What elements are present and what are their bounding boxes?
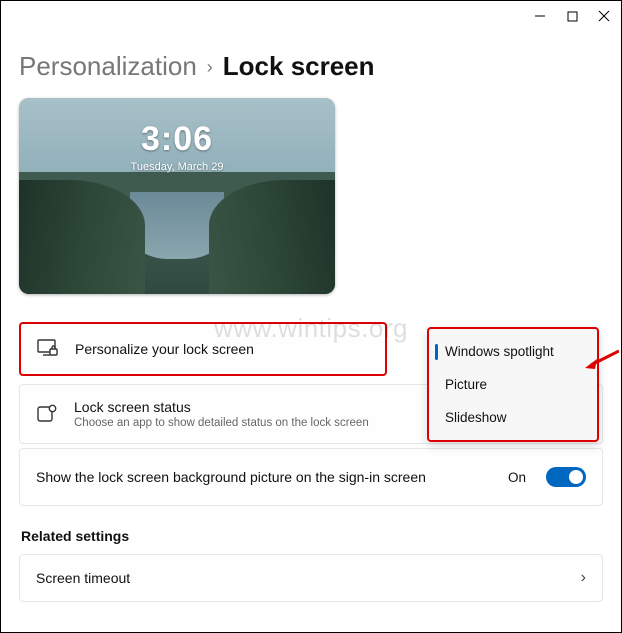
show-bg-label: Show the lock screen background picture … bbox=[36, 469, 508, 485]
breadcrumb-parent[interactable]: Personalization bbox=[19, 51, 197, 82]
show-background-row: Show the lock screen background picture … bbox=[19, 448, 603, 506]
screen-timeout-row[interactable]: Screen timeout › bbox=[19, 554, 603, 602]
chevron-right-icon: › bbox=[581, 569, 586, 587]
window-controls bbox=[533, 9, 611, 23]
dropdown-item-picture[interactable]: Picture bbox=[429, 368, 597, 401]
background-type-dropdown[interactable]: Windows spotlight Picture Slideshow bbox=[427, 327, 599, 442]
personalize-lock-screen-row[interactable]: Personalize your lock screen bbox=[19, 322, 387, 376]
preview-date: Tuesday, March 29 bbox=[19, 161, 335, 173]
minimize-button[interactable] bbox=[533, 9, 547, 23]
screen-timeout-label: Screen timeout bbox=[36, 570, 581, 586]
show-bg-toggle[interactable] bbox=[546, 467, 586, 487]
maximize-button[interactable] bbox=[565, 9, 579, 23]
dropdown-item-label: Slideshow bbox=[445, 410, 507, 425]
breadcrumb: Personalization › Lock screen bbox=[19, 51, 603, 82]
dropdown-item-spotlight[interactable]: Windows spotlight bbox=[429, 335, 597, 368]
monitor-lock-icon bbox=[37, 338, 59, 360]
page-title: Lock screen bbox=[223, 51, 375, 82]
dropdown-item-label: Picture bbox=[445, 377, 487, 392]
personalize-label: Personalize your lock screen bbox=[75, 341, 369, 357]
annotation-arrow bbox=[585, 349, 619, 374]
lock-screen-preview: 3:06 Tuesday, March 29 bbox=[19, 98, 335, 294]
app-status-icon bbox=[36, 403, 58, 425]
close-button[interactable] bbox=[597, 9, 611, 23]
dropdown-item-slideshow[interactable]: Slideshow bbox=[429, 401, 597, 434]
toggle-state-text: On bbox=[508, 470, 526, 485]
preview-clock: 3:06 Tuesday, March 29 bbox=[19, 120, 335, 173]
preview-time: 3:06 bbox=[19, 120, 335, 159]
dropdown-item-label: Windows spotlight bbox=[445, 344, 554, 359]
related-settings-heading: Related settings bbox=[21, 528, 603, 544]
chevron-right-icon: › bbox=[207, 57, 213, 78]
